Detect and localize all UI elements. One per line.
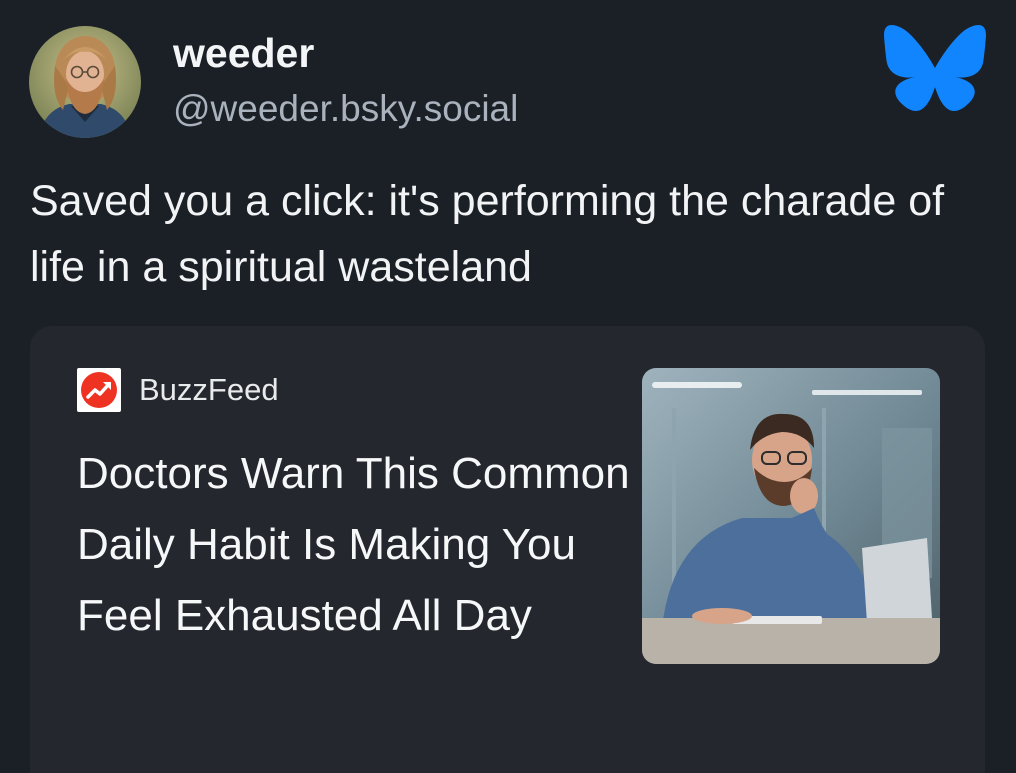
author-display-name[interactable]: weeder [173, 28, 314, 78]
author-handle[interactable]: @weeder.bsky.social [173, 86, 518, 132]
author-avatar[interactable] [29, 26, 141, 138]
buzzfeed-trending-icon [77, 368, 121, 412]
card-source-name: BuzzFeed [139, 372, 279, 407]
post-text: Saved you a click: it's performing the c… [30, 177, 945, 291]
bluesky-butterfly-icon [882, 24, 988, 116]
card-thumbnail-image[interactable] [642, 368, 940, 664]
link-card[interactable]: BuzzFeed Doctors Warn This Common Daily … [30, 326, 985, 773]
card-headline[interactable]: Doctors Warn This Common Daily Habit Is … [77, 438, 637, 651]
card-source: BuzzFeed [77, 368, 279, 412]
